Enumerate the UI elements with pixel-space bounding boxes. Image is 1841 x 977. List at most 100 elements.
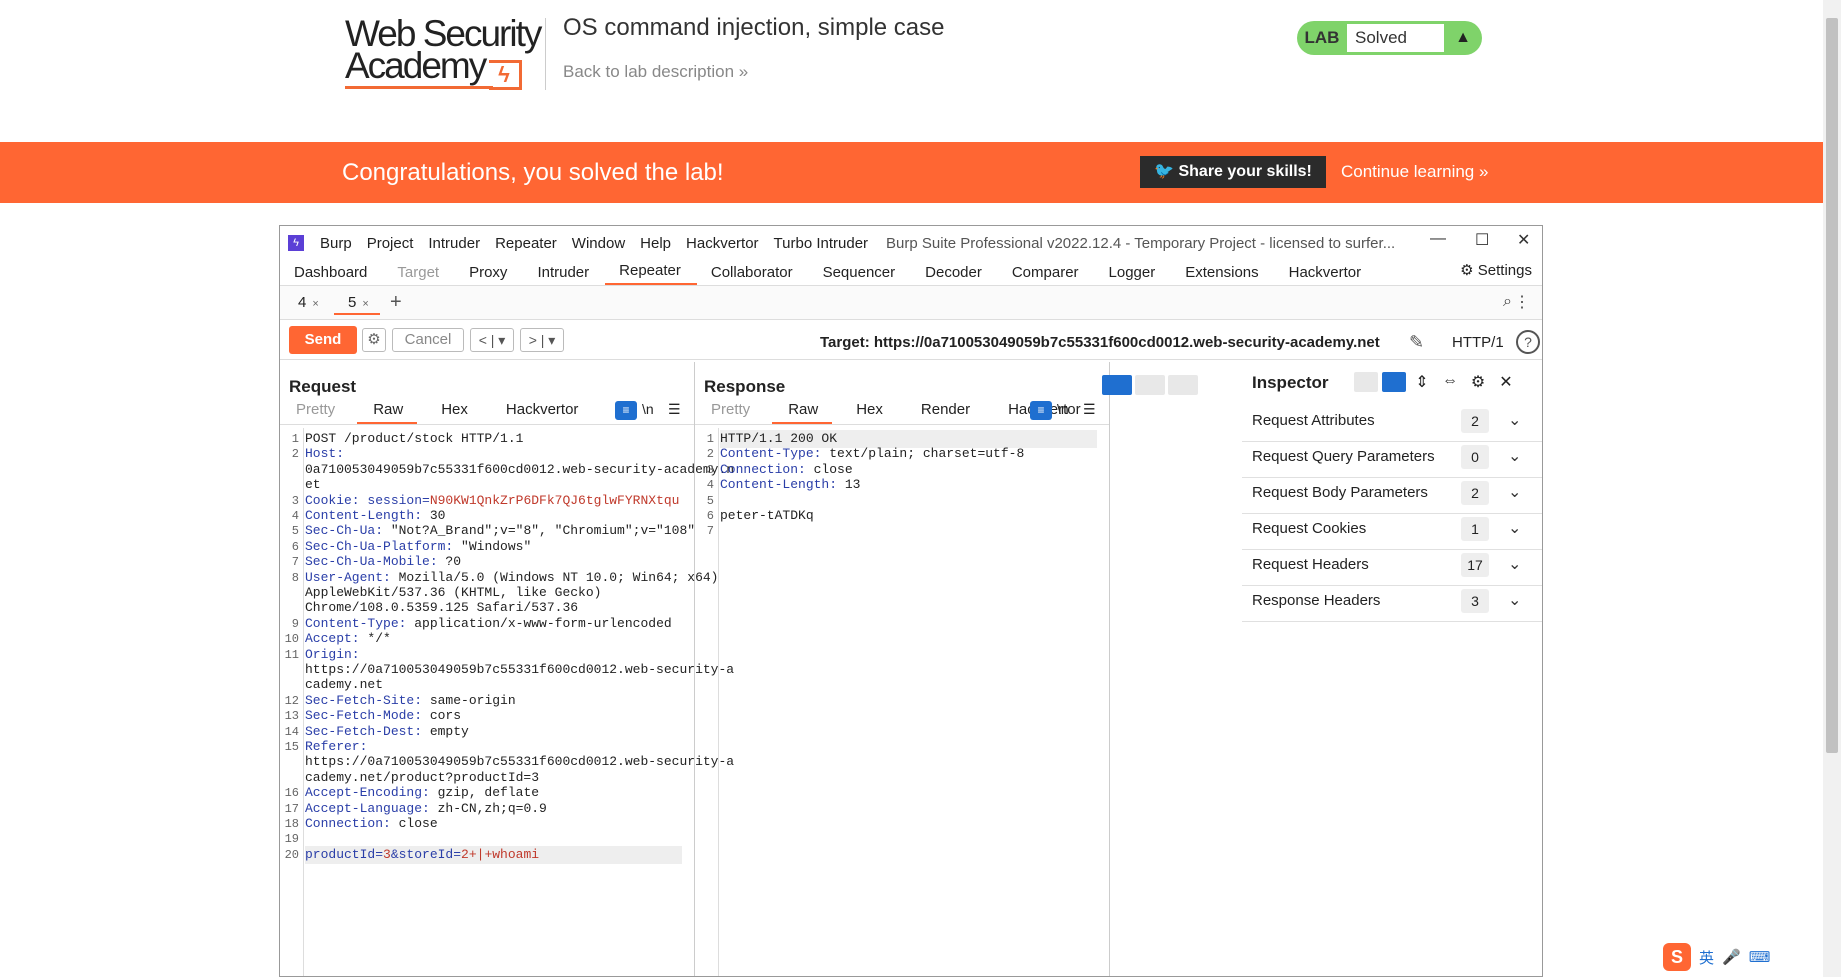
target-url: Target: https://0a710053049059b7c55331f6…	[820, 334, 1380, 351]
request-tab-raw[interactable]: Raw	[357, 401, 418, 424]
tab-comparer[interactable]: Comparer	[998, 264, 1095, 285]
chevron-down-icon[interactable]: ⌄	[1508, 410, 1521, 430]
request-title: Request	[289, 377, 357, 396]
scrollbar-thumb[interactable]	[1826, 18, 1838, 753]
menu-help[interactable]: Help	[640, 235, 671, 252]
tab-extensions[interactable]: Extensions	[1171, 264, 1274, 285]
request-menu-icon[interactable]: ☰	[668, 401, 681, 418]
response-pane: Response Pretty Raw Hex Render Hackverto…	[695, 362, 1110, 976]
tab-decoder[interactable]: Decoder	[911, 264, 998, 285]
line-number: 2	[291, 447, 299, 462]
ime-logo[interactable]: S	[1663, 943, 1691, 971]
lab-status-badge: LAB Solved ▲	[1297, 21, 1482, 55]
chevron-down-icon[interactable]: ⌄	[1508, 590, 1521, 610]
gear-icon: ⚙	[1460, 262, 1478, 279]
repeater-tab-5[interactable]: 5 ×	[334, 291, 380, 315]
history-back-button[interactable]: < | ▾	[470, 327, 514, 352]
line-number: 15	[284, 740, 299, 754]
success-banner: Congratulations, you solved the lab! 🐦 S…	[0, 142, 1841, 203]
response-editor[interactable]: 1 HTTP/1.1 200 OK 2 Content-Type: text/plai…	[695, 428, 1109, 976]
menu-intruder[interactable]: Intruder	[428, 235, 480, 252]
layout-tabbed-icon[interactable]	[1168, 375, 1198, 395]
collapse-all-icon[interactable]: ⇔	[1438, 372, 1462, 392]
layout-stacked-icon[interactable]	[1135, 375, 1165, 395]
menu-hackvertor[interactable]: Hackvertor	[686, 235, 759, 252]
settings-label: Settings	[1477, 262, 1532, 279]
repeater-tab-4[interactable]: 4 ×	[284, 291, 330, 315]
cancel-button[interactable]: Cancel	[392, 327, 464, 352]
close-inspector-icon[interactable]: ✕	[1494, 372, 1518, 392]
tab-dashboard[interactable]: Dashboard	[280, 264, 383, 285]
continue-learning-link[interactable]: Continue learning »	[1341, 162, 1488, 182]
request-tab-hackvertor[interactable]: Hackvertor	[490, 401, 593, 424]
close-window-icon[interactable]: ✕	[1517, 230, 1530, 250]
maximize-icon[interactable]: ☐	[1475, 230, 1489, 250]
inspector-layout-left-icon[interactable]	[1354, 372, 1378, 392]
request-tab-hex[interactable]: Hex	[425, 401, 482, 424]
inspector-settings-gear-icon[interactable]: ⚙	[1466, 372, 1490, 392]
repeater-tab-4-label: 4	[298, 293, 307, 311]
request-editor[interactable]: 1 POST /product/stock HTTP/1.1 2 Host: 0a710…	[280, 428, 734, 976]
page-scrollbar[interactable]	[1823, 0, 1841, 977]
inspector-row-label: Request Headers	[1252, 556, 1369, 573]
response-tab-hex[interactable]: Hex	[840, 401, 897, 424]
layout-side-by-side-icon[interactable]	[1102, 375, 1132, 395]
inspector-row-label: Request Query Parameters	[1252, 448, 1435, 465]
menu-window[interactable]: Window	[572, 235, 625, 252]
inspector-row-label: Request Cookies	[1252, 520, 1367, 537]
history-forward-button[interactable]: > | ▾	[520, 327, 564, 352]
tab-hackvertor[interactable]: Hackvertor	[1275, 264, 1378, 285]
tab-proxy[interactable]: Proxy	[455, 264, 523, 285]
add-tab-icon[interactable]: +	[390, 291, 402, 314]
menu-project[interactable]: Project	[367, 235, 414, 252]
request-tab-pretty[interactable]: Pretty	[280, 401, 349, 424]
chevron-down-icon[interactable]: ⌄	[1508, 554, 1521, 574]
inspector-row-label: Request Body Parameters	[1252, 484, 1428, 501]
tab-target[interactable]: Target	[383, 264, 455, 285]
close-tab-icon[interactable]: ×	[312, 298, 318, 310]
menu-turbo-intruder[interactable]: Turbo Intruder	[774, 235, 869, 252]
menu-repeater[interactable]: Repeater	[495, 235, 557, 252]
wrap-lines-icon[interactable]: ≡	[615, 401, 637, 420]
tab-logger[interactable]: Logger	[1095, 264, 1172, 285]
tab-collaborator[interactable]: Collaborator	[697, 264, 809, 285]
chevron-down-icon[interactable]: ⌄	[1508, 518, 1521, 538]
line-text: Content-Length: 13	[720, 477, 861, 493]
send-button[interactable]: Send	[289, 325, 357, 354]
flask-icon: ▲	[1455, 29, 1471, 46]
inspector-title: Inspector	[1252, 373, 1329, 392]
ime-toolbar[interactable]: S 英 🎤 ⌨	[1663, 943, 1770, 971]
inspector-response-headers[interactable]: Response Headers 3 ⌄	[1242, 580, 1542, 622]
edit-target-pencil-icon[interactable]: ✎	[1409, 332, 1424, 353]
http-version[interactable]: HTTP/1	[1452, 334, 1504, 351]
show-newlines-toggle[interactable]: \n	[642, 401, 654, 417]
expand-all-icon[interactable]: ⇕	[1410, 372, 1434, 392]
response-tab-pretty[interactable]: Pretty	[695, 401, 764, 424]
back-to-description-link[interactable]: Back to lab description »	[563, 62, 748, 82]
chevron-down-icon[interactable]: ⌄	[1508, 446, 1521, 466]
close-tab-icon[interactable]: ×	[362, 298, 368, 310]
search-icon[interactable]: ⌕	[1503, 293, 1512, 311]
keyboard-icon[interactable]: ⌨	[1749, 948, 1771, 966]
share-skills-button[interactable]: 🐦 Share your skills!	[1140, 156, 1326, 188]
help-icon[interactable]: ?	[1516, 330, 1540, 354]
more-options-icon[interactable]: ⋮	[1514, 292, 1530, 312]
response-menu-icon[interactable]: ☰	[1083, 401, 1096, 418]
ime-language[interactable]: 英	[1699, 947, 1714, 968]
settings-button[interactable]: ⚙ Settings	[1460, 261, 1532, 279]
request-pane: Request Pretty Raw Hex Hackvertor ≡ \n ☰…	[280, 362, 734, 976]
tab-repeater[interactable]: Repeater	[605, 262, 697, 285]
send-settings-gear-icon[interactable]: ⚙	[362, 327, 386, 352]
tab-sequencer[interactable]: Sequencer	[809, 264, 912, 285]
microphone-icon[interactable]: 🎤	[1722, 948, 1741, 966]
menu-burp[interactable]: Burp	[320, 235, 352, 252]
inspector-layout-right-icon[interactable]	[1382, 372, 1406, 392]
response-tab-raw[interactable]: Raw	[772, 401, 833, 424]
line-text: productId=3&storeId=2+|+whoami	[305, 846, 540, 862]
wrap-lines-icon[interactable]: ≡	[1030, 401, 1052, 420]
chevron-down-icon[interactable]: ⌄	[1508, 482, 1521, 502]
response-tab-render[interactable]: Render	[905, 401, 984, 424]
show-newlines-toggle[interactable]: \n	[1057, 401, 1069, 417]
minimize-icon[interactable]: —	[1430, 230, 1446, 248]
tab-intruder[interactable]: Intruder	[523, 264, 605, 285]
